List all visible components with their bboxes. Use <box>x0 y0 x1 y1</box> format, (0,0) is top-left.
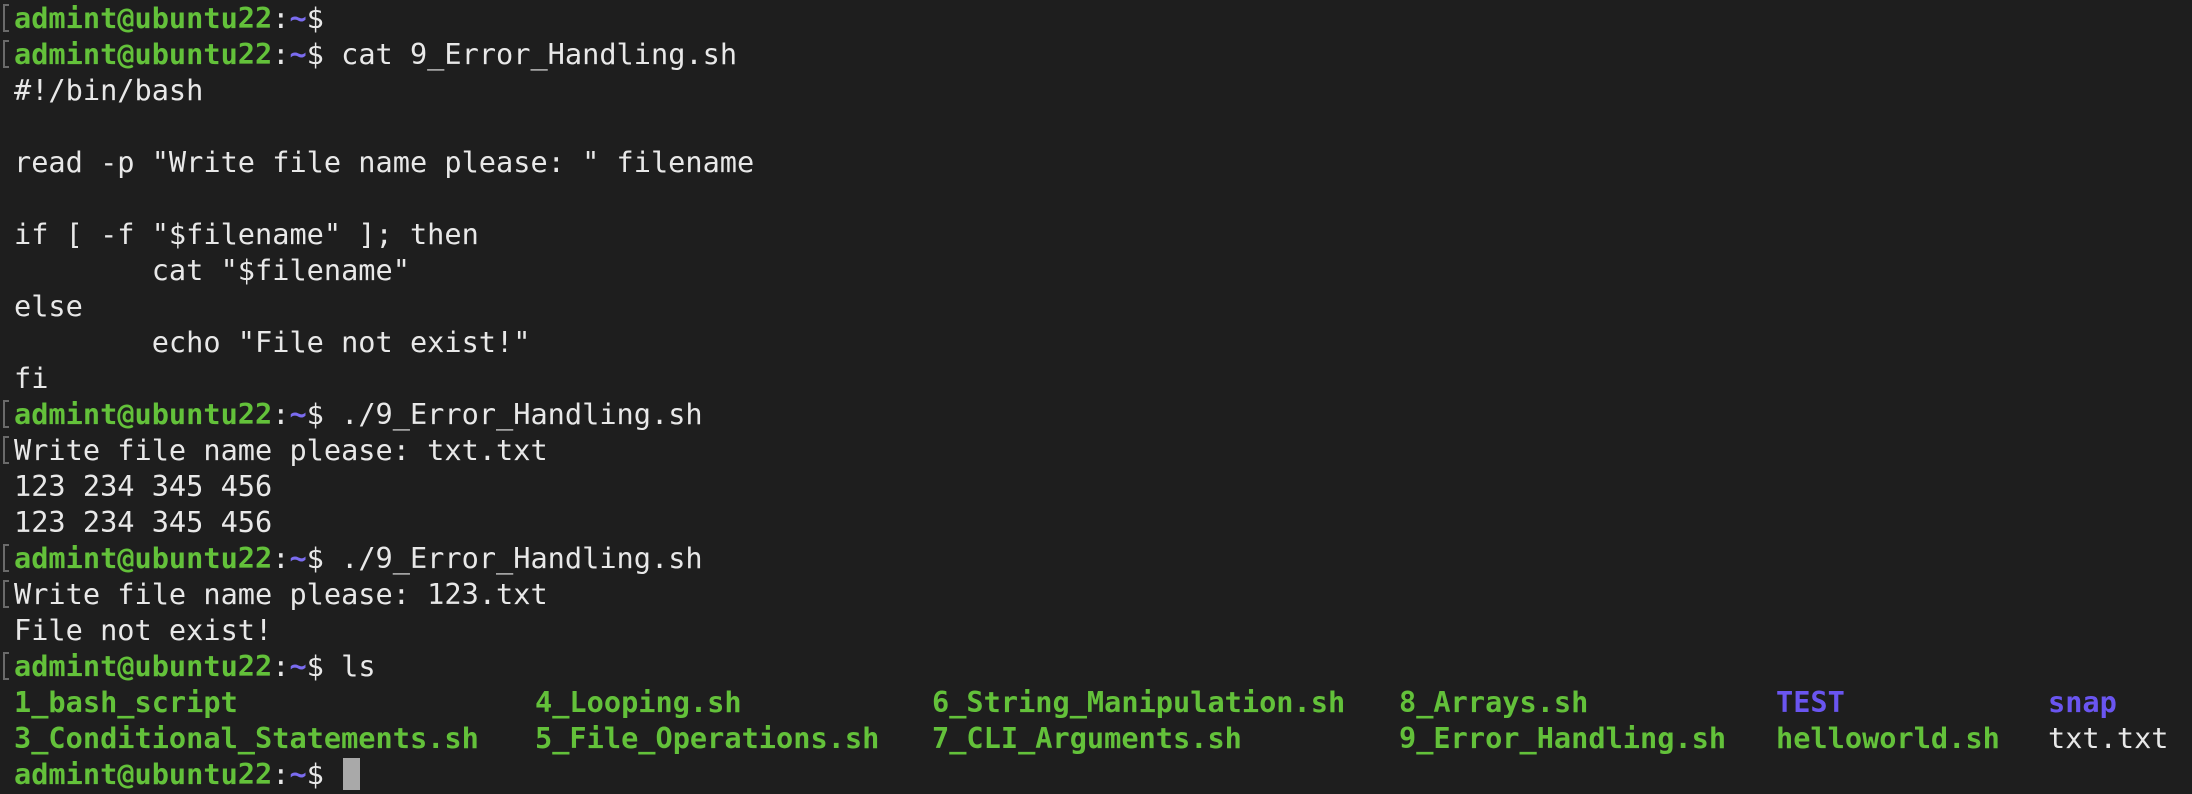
line-marker <box>3 40 9 68</box>
ls-entry-executable: 7_CLI_Arguments.sh <box>932 721 1242 755</box>
line-marker <box>3 400 9 428</box>
ls-entry-executable: 1_bash_script <box>14 685 238 719</box>
prompt-user-host: admint@ubuntu22 <box>14 541 273 575</box>
line-marker <box>3 4 9 32</box>
active-prompt-line[interactable]: admint@ubuntu22:~$ <box>14 756 2192 792</box>
ls-output-row: 1_bash_script 4_Looping.sh 6_String_Mani… <box>14 684 2192 720</box>
line-marker <box>3 544 9 572</box>
ls-entry-executable: 8_Arrays.sh <box>1399 685 1589 719</box>
line-marker <box>3 580 9 608</box>
prompt-path: ~ <box>289 1 307 35</box>
ls-entry-executable: 6_String_Manipulation.sh <box>932 685 1346 719</box>
output-line: 123 234 345 456 <box>14 469 273 503</box>
prompt-colon: : <box>272 757 290 791</box>
command-text: cat 9_Error_Handling.sh <box>323 37 738 71</box>
prompt-symbol: $ <box>306 649 324 683</box>
prompt-colon: : <box>272 1 290 35</box>
ls-output-row: 3_Conditional_Statements.sh 5_File_Opera… <box>14 720 2192 756</box>
prompt-path: ~ <box>289 649 307 683</box>
output-line: #!/bin/bash <box>14 73 204 107</box>
line-marker <box>3 652 9 680</box>
output-line: Write file name please: 123.txt <box>14 577 548 611</box>
prompt-line: admint@ubuntu22:~$ ./9_Error_Handling.sh <box>14 396 2192 432</box>
output-line: File not exist! <box>14 613 273 647</box>
ls-entry-executable: helloworld.sh <box>1776 721 2000 755</box>
ls-entry-executable: 3_Conditional_Statements.sh <box>14 721 479 755</box>
command-text: ./9_Error_Handling.sh <box>323 397 703 431</box>
ls-entry-directory: snap <box>2048 685 2117 719</box>
output-line: if [ -f "$filename" ]; then <box>14 217 479 251</box>
prompt-colon: : <box>272 541 290 575</box>
output-line: fi <box>14 361 49 395</box>
prompt-line: admint@ubuntu22:~$ cat 9_Error_Handling.… <box>14 36 2192 72</box>
ls-entry-file: txt.txt <box>2048 721 2169 755</box>
prompt-line: admint@ubuntu22:~$ ./9_Error_Handling.sh <box>14 540 2192 576</box>
output-line: Write file name please: txt.txt <box>14 433 548 467</box>
output-line: 123 234 345 456 <box>14 505 273 539</box>
command-text: ls <box>323 649 376 683</box>
prompt-symbol: $ <box>306 1 324 35</box>
prompt-symbol: $ <box>306 397 324 431</box>
ls-entry-executable: 5_File_Operations.sh <box>535 721 880 755</box>
prompt-colon: : <box>272 37 290 71</box>
prompt-user-host: admint@ubuntu22 <box>14 649 273 683</box>
ls-entry-executable: 9_Error_Handling.sh <box>1399 721 1727 755</box>
output-line: cat "$filename" <box>14 253 410 287</box>
line-marker <box>3 436 9 464</box>
prompt-path: ~ <box>289 37 307 71</box>
ls-entry-directory: TEST <box>1776 685 1845 719</box>
output-line: read -p "Write file name please: " filen… <box>14 145 755 179</box>
text-cursor[interactable] <box>343 758 361 790</box>
output-line: else <box>14 289 83 323</box>
prompt-path: ~ <box>289 541 307 575</box>
output-line: echo "File not exist!" <box>14 325 531 359</box>
prompt-user-host: admint@ubuntu22 <box>14 1 273 35</box>
prompt-line: admint@ubuntu22:~$ ls <box>14 648 2192 684</box>
prompt-symbol: $ <box>306 541 324 575</box>
ls-entry-executable: 4_Looping.sh <box>535 685 742 719</box>
prompt-user-host: admint@ubuntu22 <box>14 37 273 71</box>
prompt-user-host: admint@ubuntu22 <box>14 397 273 431</box>
prompt-colon: : <box>272 397 290 431</box>
prompt-symbol: $ <box>306 757 324 791</box>
terminal-window[interactable]: admint@ubuntu22:~$ admint@ubuntu22:~$ ca… <box>0 0 2192 794</box>
command-text: ./9_Error_Handling.sh <box>323 541 703 575</box>
prompt-colon: : <box>272 649 290 683</box>
prompt-symbol: $ <box>306 37 324 71</box>
prompt-line: admint@ubuntu22:~$ <box>14 0 2192 36</box>
prompt-path: ~ <box>289 757 307 791</box>
prompt-path: ~ <box>289 397 307 431</box>
